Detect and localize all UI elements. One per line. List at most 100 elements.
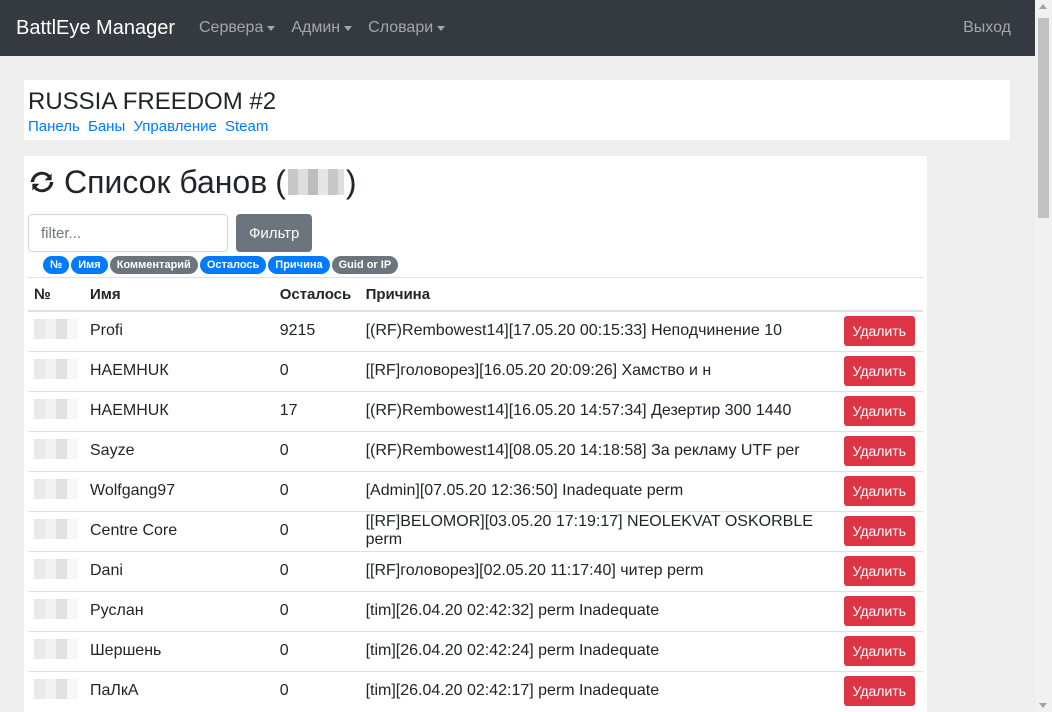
delete-button[interactable]: Удалить [843,356,915,386]
link-bans[interactable]: Баны [88,118,125,135]
cell-reason: [[RF]головорез][16.05.20 20:09:26] Хамст… [359,350,838,391]
cell-actions: Удалить [837,390,923,431]
cell-redacted-id [28,430,84,471]
table-row: Dani 0 [[RF]головорез][02.05.20 11:17:40… [28,550,923,591]
delete-button[interactable]: Удалить [843,676,915,707]
table-row: Руслан 0 [tim][26.04.20 02:42:32] perm I… [28,590,923,631]
scroll-up-arrow-icon[interactable] [1039,4,1047,9]
logout-link[interactable]: Выход [963,19,1011,37]
column-header-name: Имя [84,277,274,312]
cell-name: Centre Core [84,510,274,551]
nav-dictionaries-dropdown[interactable]: Словари [368,19,446,37]
cell-reason: [tim][26.04.20 02:42:17] perm Inadequate [359,670,838,711]
server-nav-links: Панель Баны Управление Steam [28,118,1006,135]
cell-actions: Удалить [837,630,923,671]
top-navbar: BattlEye Manager Сервера Админ Словари В… [0,0,1035,56]
cell-redacted-id [28,590,84,631]
filter-button[interactable]: Фильтр [236,214,313,252]
filter-row: Фильтр [28,214,923,252]
link-panel[interactable]: Панель [28,118,80,135]
delete-button[interactable]: Удалить [843,556,915,586]
cell-remaining: 0 [273,470,360,511]
cell-redacted-id [28,510,84,551]
redacted-id [34,438,78,459]
cell-actions: Удалить [837,470,923,511]
delete-button[interactable]: Удалить [843,596,915,626]
cell-redacted-id [28,350,84,391]
delete-button[interactable]: Удалить [843,516,915,546]
filter-input[interactable] [28,214,228,252]
cell-remaining: 0 [273,550,360,591]
cell-reason: [(RF)Rembowest14][16.05.20 14:57:34] Дез… [359,390,838,431]
cell-reason: [(RF)Rembowest14][17.05.20 00:15:33] Неп… [359,310,838,351]
cell-name: Шершень [84,630,274,671]
cell-name: Wolfgang97 [84,470,274,511]
delete-button[interactable]: Удалить [843,396,915,426]
cell-remaining: 0 [273,590,360,631]
cell-actions: Удалить [837,510,923,551]
delete-button[interactable]: Удалить [843,636,915,666]
table-row: Wolfgang97 0 [Admin][07.05.20 12:36:50] … [28,470,923,511]
bans-table: № Имя Осталось Причина Profi 9215 [(RF)R… [28,277,923,711]
scrollbar-thumb[interactable] [1038,18,1049,218]
cell-remaining: 0 [273,630,360,671]
chevron-down-icon [437,25,446,31]
cell-remaining: 9215 [273,310,360,351]
badge-toggle-comment[interactable]: Комментарий [109,256,198,274]
count-close-paren: ) [345,163,357,200]
nav-servers-dropdown[interactable]: Сервера [198,19,276,37]
table-header-row: № Имя Осталось Причина [28,277,923,312]
cell-reason: [tim][26.04.20 02:42:24] perm Inadequate [359,630,838,671]
redacted-id [34,678,78,699]
badge-toggle-guid[interactable]: Guid or IP [331,256,399,274]
nav-admin-dropdown[interactable]: Админ [291,19,353,37]
cell-remaining: 17 [273,390,360,431]
scroll-down-arrow-icon[interactable] [1039,703,1047,708]
cell-name: НАЕМНUК [84,350,274,391]
cell-redacted-id [28,390,84,431]
nav-servers-label: Сервера [198,19,264,36]
cell-redacted-id [28,670,84,711]
link-manage[interactable]: Управление [133,118,216,135]
column-toggle-badges: № Имя Комментарий Осталось Причина Guid … [43,256,923,274]
cell-actions: Удалить [837,350,923,391]
page-title: Список банов ( ) [28,162,923,202]
count-open-paren: ( [275,163,286,200]
cell-redacted-id [28,630,84,671]
cell-reason: [(RF)Rembowest14][08.05.20 14:18:58] За … [359,430,838,471]
table-row: ПаЛкА 0 [tim][26.04.20 02:42:17] perm In… [28,670,923,711]
redacted-id [34,398,78,419]
cell-redacted-id [28,550,84,591]
bans-title: Список банов [64,163,268,200]
redacted-id [34,638,78,659]
refresh-icon[interactable] [28,168,56,196]
cell-reason: [[RF]BELOMOR][03.05.20 17:19:17] NEOLEKV… [359,510,838,551]
column-header-actions [837,277,923,312]
cell-redacted-id [28,470,84,511]
column-header-remaining: Осталось [273,277,360,312]
table-row: Profi 9215 [(RF)Rembowest14][17.05.20 00… [28,310,923,351]
badge-toggle-reason[interactable]: Причина [268,256,330,274]
delete-button[interactable]: Удалить [843,316,915,347]
redacted-id [34,518,78,539]
brand-logo[interactable]: BattlEye Manager [16,17,175,40]
cell-actions: Удалить [837,430,923,471]
redacted-id [34,318,78,339]
cell-redacted-id [28,310,84,351]
cell-reason: [[RF]головорез][02.05.20 11:17:40] читер… [359,550,838,591]
redacted-count [287,169,344,195]
badge-toggle-number[interactable]: № [43,256,70,274]
cell-remaining: 0 [273,430,360,471]
delete-button[interactable]: Удалить [843,436,915,466]
page-scrollbar[interactable] [1035,0,1052,712]
cell-name: Sayze [84,430,274,471]
delete-button[interactable]: Удалить [843,476,915,506]
table-row: Sayze 0 [(RF)Rembowest14][08.05.20 14:18… [28,430,923,471]
badge-toggle-name[interactable]: Имя [71,256,108,274]
cell-name: Profi [84,310,274,351]
link-steam[interactable]: Steam [225,118,268,135]
server-title: RUSSIA FREEDOM #2 [28,88,277,115]
cell-name: Dani [84,550,274,591]
chevron-down-icon [344,25,353,31]
badge-toggle-remaining[interactable]: Осталось [199,256,267,274]
